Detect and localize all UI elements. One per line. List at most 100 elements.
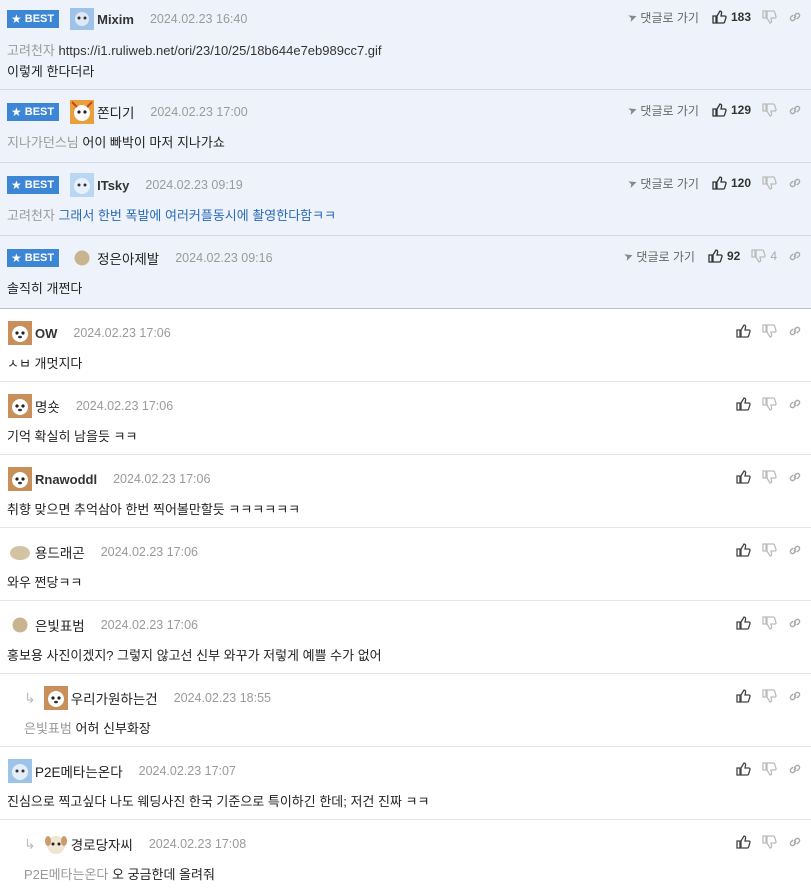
thumbs-up-icon — [711, 102, 727, 118]
goto-comment-link[interactable]: ➤ 댓글로 가기 — [627, 175, 699, 192]
thumbs-up-icon[interactable] — [735, 834, 751, 850]
best-badge: ★ BEST — [7, 176, 60, 194]
thumbs-down-icon[interactable] — [761, 469, 777, 485]
like-button[interactable]: 129 — [711, 102, 751, 118]
like-button[interactable]: 92 — [707, 248, 740, 264]
link-icon[interactable] — [787, 615, 803, 631]
goto-comment-link[interactable]: ➤ 댓글로 가기 — [627, 102, 699, 119]
star-icon: ★ — [11, 178, 22, 192]
comment-date: 2024.02.23 17:06 — [75, 399, 174, 413]
nickname[interactable]: 명숏 — [35, 396, 60, 416]
nickname[interactable]: 쫀디기 — [97, 102, 134, 122]
thumbs-up-icon[interactable] — [735, 761, 751, 777]
best-comment: ★ BEST Mixim 2024.02.23 16:40 ➤ 댓글로 가기 183… — [0, 0, 811, 90]
star-icon: ★ — [11, 251, 22, 265]
comment-body: 은빛표범 어허 신부화장 — [24, 718, 801, 737]
nickname[interactable]: 은빛표범 — [35, 615, 85, 635]
nickname[interactable]: P2E메타는온다 — [35, 761, 123, 781]
reply-comment: ↳ 우리가원하는건 2024.02.23 18:55 은빛표범 어허 신부화장 — [0, 674, 811, 747]
best-badge: ★ BEST — [7, 103, 60, 121]
nickname[interactable]: Mixim — [97, 12, 134, 27]
comment-body: 기억 확실히 남을듯 ㅋㅋ — [7, 426, 801, 445]
thumbs-up-icon — [711, 175, 727, 191]
thumbs-up-icon[interactable] — [735, 323, 751, 339]
best-comment: ★ BEST 쫀디기 2024.02.23 17:00 ➤ 댓글로 가기 129 지… — [0, 90, 811, 163]
avatar[interactable] — [69, 6, 95, 32]
thumbs-up-icon[interactable] — [735, 396, 751, 412]
comment-date: 2024.02.23 17:06 — [113, 472, 211, 486]
like-button[interactable]: 183 — [711, 9, 751, 25]
thumbs-down-icon[interactable] — [761, 688, 777, 704]
dislike-button[interactable] — [761, 9, 777, 25]
nickname[interactable]: 우리가원하는건 — [71, 688, 158, 708]
thumbs-down-icon[interactable] — [761, 761, 777, 777]
thumbs-down-icon — [761, 102, 777, 118]
avatar[interactable] — [7, 758, 33, 784]
thumbs-up-icon[interactable] — [735, 542, 751, 558]
thumbs-up-icon[interactable] — [735, 688, 751, 704]
link-icon[interactable] — [787, 469, 803, 485]
goto-comment-link[interactable]: ➤ 댓글로 가기 — [627, 9, 699, 26]
comment-text: 와우 쩐당ㅋㅋ — [7, 575, 83, 590]
comment-date: 2024.02.23 17:00 — [150, 105, 248, 119]
nickname[interactable]: 정은아제발 — [97, 248, 159, 268]
avatar[interactable] — [7, 320, 33, 346]
mention[interactable]: 고려천자 — [7, 208, 55, 223]
avatar[interactable] — [7, 539, 33, 565]
comment-date: 2024.02.23 17:06 — [73, 326, 171, 340]
thumbs-down-icon[interactable] — [761, 615, 777, 631]
link-icon[interactable] — [787, 688, 803, 704]
comment: 용드래곤 2024.02.23 17:06 와우 쩐당ㅋㅋ — [0, 528, 811, 601]
link-icon[interactable] — [787, 761, 803, 777]
comment-date: 2024.02.23 16:40 — [149, 12, 248, 26]
best-badge: ★ BEST — [7, 10, 60, 28]
avatar[interactable] — [7, 612, 33, 638]
mention[interactable]: 고려천자 — [7, 43, 55, 58]
thumbs-up-icon[interactable] — [735, 469, 751, 485]
comment-body: 고려천자 그래서 한번 폭발에 여러커플동시에 촬영한다함ㅋㅋ — [7, 205, 801, 224]
comment-date: 2024.02.23 17:06 — [100, 618, 199, 632]
avatar[interactable] — [7, 466, 33, 492]
goto-comment-link[interactable]: ➤ 댓글로 가기 — [623, 248, 695, 265]
avatar[interactable] — [69, 245, 95, 271]
nickname[interactable]: 경로당자씨 — [71, 834, 133, 854]
nickname[interactable]: ITsky — [97, 178, 129, 193]
comment-date: 2024.02.23 17:07 — [138, 764, 236, 778]
thumbs-down-icon[interactable] — [761, 396, 777, 412]
mention[interactable]: 지나가던스님 — [7, 135, 79, 150]
comment-body: 고려천자 https://i1.ruliweb.net/ori/23/10/25… — [7, 40, 801, 59]
thumbs-down-icon[interactable] — [761, 542, 777, 558]
avatar[interactable] — [7, 393, 33, 419]
dislike-button[interactable]: 4 — [750, 248, 777, 264]
link-icon[interactable] — [787, 175, 803, 191]
dislike-button[interactable] — [761, 175, 777, 191]
link-icon[interactable] — [787, 102, 803, 118]
avatar[interactable] — [43, 685, 69, 711]
avatar[interactable] — [43, 831, 69, 857]
nickname[interactable]: Rnawoddl — [35, 472, 97, 487]
best-badge: ★ BEST — [7, 249, 60, 267]
nickname[interactable]: 용드래곤 — [35, 542, 85, 562]
link-icon[interactable] — [787, 542, 803, 558]
thumbs-down-icon — [761, 9, 777, 25]
avatar[interactable] — [69, 99, 95, 125]
mention[interactable]: 은빛표범 — [24, 721, 72, 736]
thumbs-down-icon[interactable] — [761, 323, 777, 339]
thumbs-down-icon — [750, 248, 767, 264]
thumbs-up-icon — [707, 248, 723, 264]
link-icon[interactable] — [787, 396, 803, 412]
dislike-button[interactable] — [761, 102, 777, 118]
mention[interactable]: P2E메타는온다 — [24, 867, 108, 882]
comment-text: ㅅㅂ 개멋지다 — [7, 356, 83, 371]
thumbs-down-icon[interactable] — [761, 834, 777, 850]
like-button[interactable]: 120 — [711, 175, 751, 191]
nickname[interactable]: OW — [35, 326, 57, 341]
thumbs-up-icon[interactable] — [735, 615, 751, 631]
link-icon[interactable] — [787, 323, 803, 339]
link-icon[interactable] — [787, 9, 803, 25]
link-icon[interactable] — [787, 248, 803, 264]
comment-text: 진심으로 찍고싶다 나도 웨딩사진 한국 기준으로 특이하긴 한데; 저건 진짜… — [7, 794, 430, 809]
link-icon[interactable] — [787, 834, 803, 850]
comment-link[interactable]: https://i1.ruliweb.net/ori/23/10/25/18b6… — [58, 43, 381, 58]
avatar[interactable] — [69, 172, 95, 198]
